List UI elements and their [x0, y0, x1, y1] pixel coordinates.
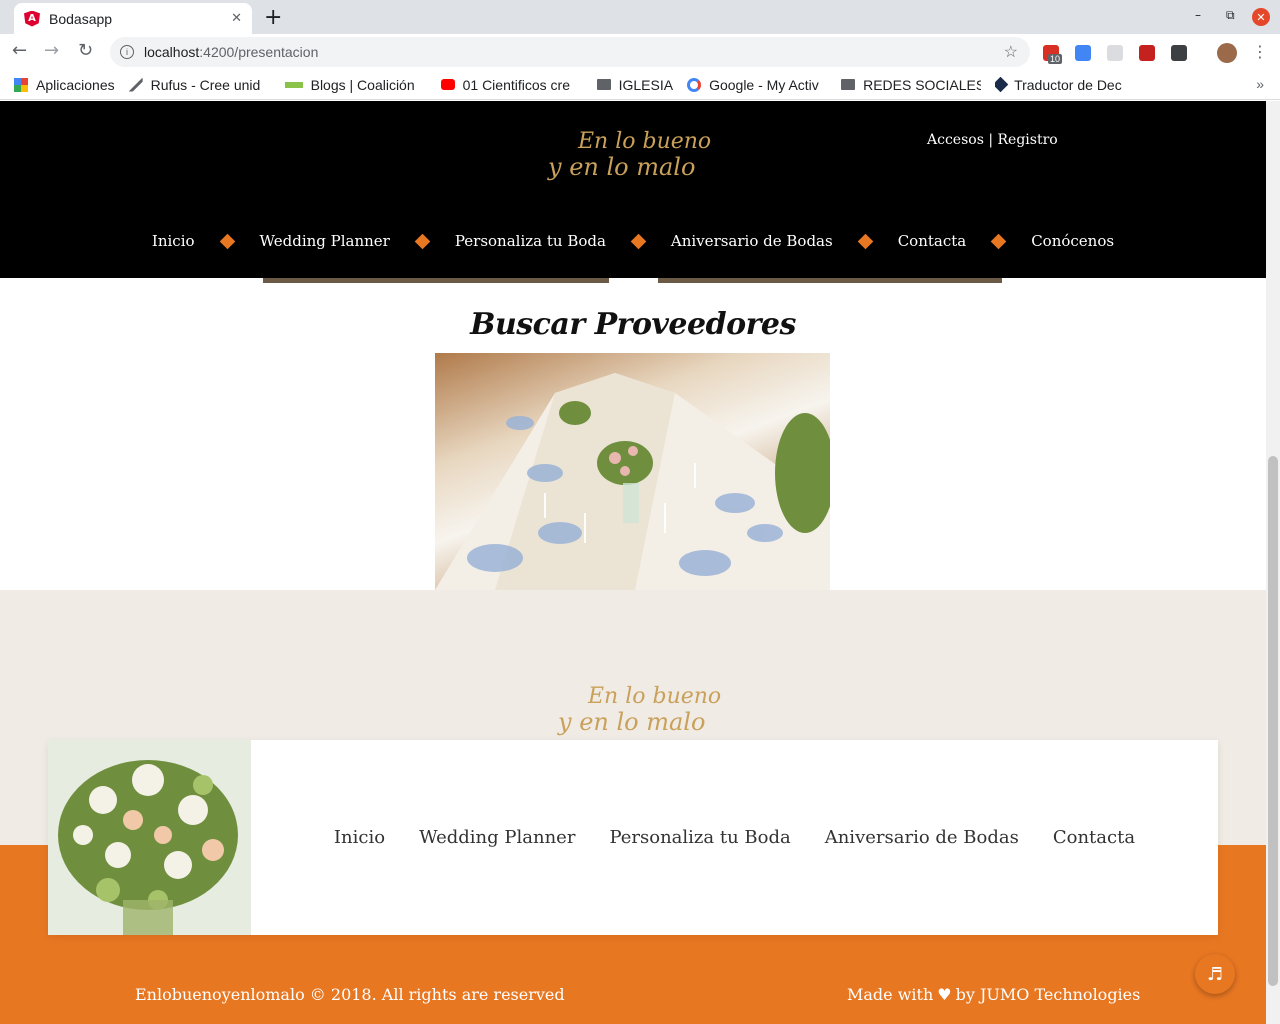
- rufus-icon: [128, 77, 143, 92]
- auth-separator: |: [988, 132, 994, 148]
- nav-link-inicio[interactable]: Inicio: [152, 232, 195, 250]
- folder-icon: [841, 79, 856, 90]
- nav-link-wedding-planner[interactable]: Wedding Planner: [260, 232, 390, 250]
- footer-link-inicio[interactable]: Inicio: [334, 827, 385, 848]
- profile-avatar[interactable]: [1217, 43, 1237, 63]
- cast-extension-icon[interactable]: [1107, 45, 1123, 61]
- site-header: En lo bueno y en lo malo Accesos | Regis…: [0, 101, 1266, 278]
- footer-nav: Inicio Wedding Planner Personaliza tu Bo…: [251, 740, 1218, 935]
- bookmark-item[interactable]: Rufus - Cree unid: [128, 77, 271, 93]
- footer-link-wedding-planner[interactable]: Wedding Planner: [419, 827, 575, 848]
- main-nav: Inicio Wedding Planner Personaliza tu Bo…: [0, 232, 1266, 250]
- diamond-separator-icon: [857, 233, 873, 249]
- browser-tab[interactable]: A Bodasapp ✕: [14, 3, 252, 34]
- footer-link-personaliza[interactable]: Personaliza tu Boda: [609, 827, 790, 848]
- flower-bouquet-photo: [48, 740, 251, 935]
- tgc-icon: [284, 81, 303, 88]
- reload-icon[interactable]: ↻: [78, 40, 93, 61]
- bouquet-illustration: [48, 740, 251, 935]
- bookmarks-bar: Aplicaciones Rufus - Cree unid Blogs | C…: [0, 70, 1280, 100]
- google-icon: [687, 77, 702, 92]
- browser-menu-icon[interactable]: ⋮: [1252, 42, 1268, 61]
- tab-title: Bodasapp: [49, 10, 113, 27]
- nav-link-conocenos[interactable]: Conócenos: [1031, 232, 1114, 250]
- nav-link-aniversario[interactable]: Aniversario de Bodas: [671, 232, 833, 250]
- bookmark-item[interactable]: Blogs | Coalición: [284, 77, 427, 93]
- bookmark-item[interactable]: IGLESIA: [596, 77, 673, 93]
- bookmark-star-icon[interactable]: ☆: [1004, 42, 1018, 62]
- heart-icon: ♥: [937, 985, 952, 1004]
- bookmark-item[interactable]: Traductor de Dec: [995, 77, 1135, 93]
- diamond-separator-icon: [990, 233, 1007, 249]
- music-note-icon: ♬: [1206, 963, 1224, 985]
- translator-icon: [995, 76, 1009, 93]
- login-link[interactable]: Accesos: [927, 132, 984, 148]
- scrollbar-thumb[interactable]: [1268, 456, 1278, 986]
- youtube-icon: [440, 79, 455, 90]
- forward-arrow-icon[interactable]: →: [44, 40, 59, 61]
- hero-photo-strip: [658, 278, 1002, 283]
- register-link[interactable]: Registro: [998, 132, 1058, 148]
- diamond-separator-icon: [219, 233, 235, 249]
- new-tab-button[interactable]: +: [264, 5, 282, 30]
- footer-link-contacta[interactable]: Contacta: [1053, 827, 1135, 848]
- site-logo[interactable]: En lo bueno y en lo malo: [548, 129, 711, 199]
- footer-link-aniversario[interactable]: Aniversario de Bodas: [825, 827, 1019, 848]
- music-toggle-button[interactable]: ♬: [1195, 954, 1235, 994]
- diamond-separator-icon: [630, 233, 647, 249]
- site-info-icon[interactable]: i: [120, 45, 134, 59]
- minimize-window-icon[interactable]: –: [1195, 8, 1201, 22]
- more-bookmarks-icon[interactable]: »: [1256, 76, 1264, 92]
- nav-link-personaliza[interactable]: Personaliza tu Boda: [455, 232, 606, 250]
- bookmark-item[interactable]: Google - My Activ: [687, 77, 827, 93]
- made-with-suffix[interactable]: by JUMO Technologies: [956, 985, 1141, 1004]
- pdf-extension-icon[interactable]: [1139, 45, 1155, 61]
- angular-favicon-icon: A: [24, 10, 40, 27]
- section-title: Buscar Proveedores: [470, 307, 796, 342]
- made-with-prefix: Made with: [847, 985, 934, 1004]
- footer-card: Inicio Wedding Planner Personaliza tu Bo…: [48, 740, 1218, 935]
- url-host: localhost: [144, 44, 200, 60]
- restore-window-icon[interactable]: ⧉: [1226, 8, 1235, 23]
- browser-tab-bar: A Bodasapp ✕ + – ⧉ ✕: [0, 0, 1280, 34]
- copyright-text: Enlobuenoyenlomalo © 2018. All rights ar…: [135, 985, 565, 1004]
- bookmark-item[interactable]: 01 Cientificos cre: [440, 77, 583, 93]
- diamond-separator-icon: [414, 233, 431, 249]
- back-arrow-icon[interactable]: ←: [12, 40, 27, 61]
- close-window-button[interactable]: ✕: [1252, 8, 1270, 26]
- bookmark-item[interactable]: Aplicaciones: [14, 77, 115, 93]
- google-translate-extension-icon[interactable]: [1075, 45, 1091, 61]
- hero-photo-strip: [263, 278, 609, 283]
- footer-logo[interactable]: En lo bueno y en lo malo: [558, 684, 721, 764]
- page-scrollbar[interactable]: [1266, 101, 1280, 1024]
- nav-link-contacta[interactable]: Contacta: [898, 232, 967, 250]
- made-with-credit: Made with ♥ by JUMO Technologies: [847, 985, 1140, 1004]
- wedding-table-photo[interactable]: [435, 353, 830, 590]
- wedding-table-illustration: [435, 373, 830, 590]
- auth-links: Accesos | Registro: [927, 132, 1058, 148]
- page-viewport: En lo bueno y en lo malo Accesos | Regis…: [0, 101, 1266, 1024]
- address-bar[interactable]: i localhost:4200/presentacion ☆: [110, 37, 1030, 67]
- extension-badge: 10: [1048, 54, 1063, 64]
- x-extension-icon[interactable]: [1171, 45, 1187, 61]
- apps-grid-icon: [14, 77, 28, 92]
- folder-icon: [596, 79, 611, 90]
- tab-close-icon[interactable]: ✕: [231, 11, 242, 26]
- bookmark-item[interactable]: REDES SOCIALES: [841, 77, 981, 93]
- url-path: :4200/presentacion: [199, 44, 319, 60]
- browser-toolbar: ← → ↻ i localhost:4200/presentacion ☆ 10…: [0, 34, 1280, 70]
